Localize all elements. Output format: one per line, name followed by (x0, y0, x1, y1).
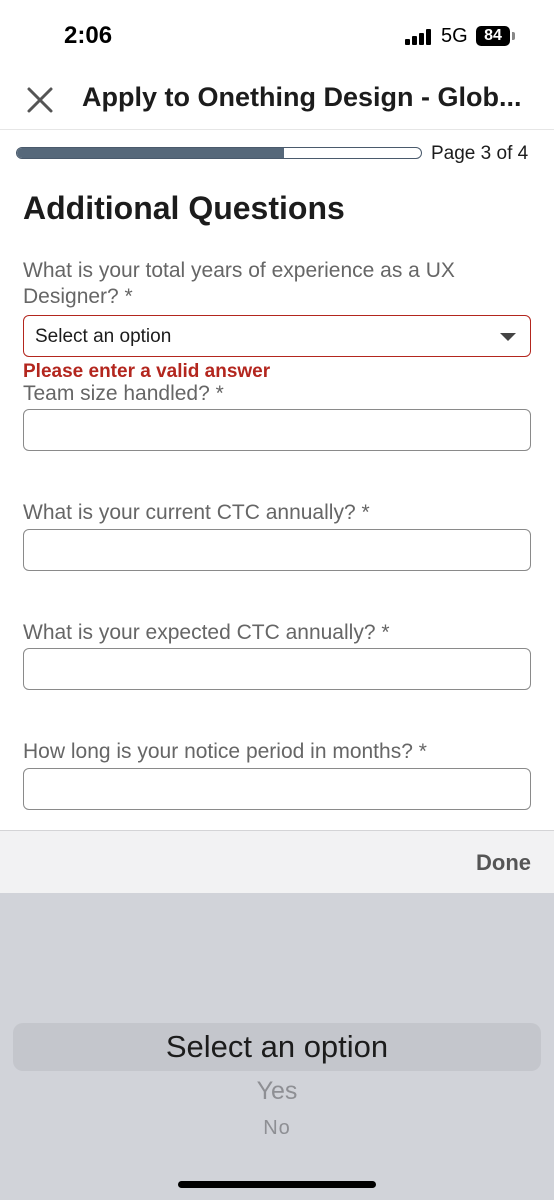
option-picker[interactable]: Select an option Yes No (0, 893, 554, 1200)
page-indicator: Page 3 of 4 (431, 143, 529, 164)
cellular-signal-icon (405, 29, 433, 45)
close-icon[interactable] (22, 82, 58, 118)
expected-ctc-input[interactable] (23, 648, 531, 690)
header: Apply to Onething Design - Glob... (0, 70, 554, 130)
progress-bar-fill (17, 148, 284, 158)
error-message: Please enter a valid answer (23, 361, 271, 382)
select-value: Select an option (35, 326, 172, 347)
keyboard-accessory-bar: Done (0, 830, 554, 893)
picker-option[interactable]: No (0, 1117, 554, 1140)
team-size-input[interactable] (23, 409, 531, 451)
home-indicator[interactable] (178, 1181, 376, 1188)
experience-select[interactable]: Select an option (23, 315, 531, 357)
network-type: 5G (441, 25, 468, 47)
status-bar: 2:06 5G 84 (0, 0, 554, 70)
picker-option[interactable]: Select an option (0, 1029, 554, 1065)
status-time: 2:06 (64, 22, 113, 49)
question-label-notice-period: How long is your notice period in months… (23, 740, 427, 763)
progress-bar (16, 147, 422, 159)
notice-period-input[interactable] (23, 768, 531, 810)
question-label-expected-ctc: What is your expected CTC annually? * (23, 621, 390, 644)
question-label-current-ctc: What is your current CTC annually? * (23, 501, 370, 524)
question-label-experience: What is your total years of experience a… (23, 259, 455, 308)
section-title: Additional Questions (23, 190, 345, 226)
question-label-team-size: Team size handled? * (23, 382, 224, 405)
page-title: Apply to Onething Design - Glob... (82, 82, 522, 112)
battery-tip (512, 32, 515, 40)
battery-icon: 84 (476, 26, 510, 46)
picker-option[interactable]: Yes (0, 1077, 554, 1106)
current-ctc-input[interactable] (23, 529, 531, 571)
done-button[interactable]: Done (476, 850, 531, 876)
caret-down-icon (500, 333, 516, 341)
